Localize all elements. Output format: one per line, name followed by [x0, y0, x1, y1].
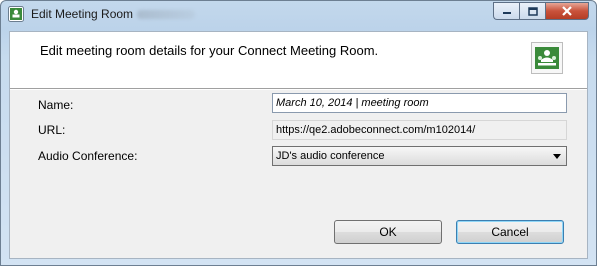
chevron-down-icon[interactable] [553, 154, 561, 159]
name-field[interactable]: March 10, 2014 | meeting room [272, 93, 567, 113]
connect-app-icon[interactable] [8, 6, 24, 22]
window-title: Edit Meeting Room [31, 7, 134, 21]
meeting-room-icon [531, 42, 563, 74]
title-bar[interactable]: Edit Meeting Room [1, 1, 596, 27]
maximize-icon [527, 6, 538, 16]
header-description: Edit meeting room details for your Conne… [40, 43, 379, 58]
close-button[interactable] [545, 2, 589, 20]
url-field[interactable]: https://qe2.adobeconnect.com/m102014/ [272, 120, 567, 140]
audio-conference-label: Audio Conference: [38, 149, 138, 163]
minimize-icon [502, 12, 511, 14]
url-label: URL: [38, 123, 66, 137]
dialog-body: Edit meeting room details for your Conne… [9, 31, 588, 259]
audio-conference-value: JD's audio conference [276, 150, 385, 162]
caption-buttons [493, 2, 589, 21]
audio-conference-select[interactable]: JD's audio conference [272, 146, 567, 166]
close-icon [562, 6, 572, 16]
dialog-header: Edit meeting room details for your Conne… [10, 32, 587, 89]
ok-button[interactable]: OK [334, 220, 442, 244]
maximize-button[interactable] [519, 2, 545, 20]
minimize-button[interactable] [493, 2, 519, 20]
cancel-button[interactable]: Cancel [456, 220, 564, 244]
name-label: Name: [38, 98, 74, 112]
dialog-window: Edit Meeting Room Edit meeting room deta… [0, 0, 597, 266]
blurred-title-suffix [137, 10, 195, 19]
